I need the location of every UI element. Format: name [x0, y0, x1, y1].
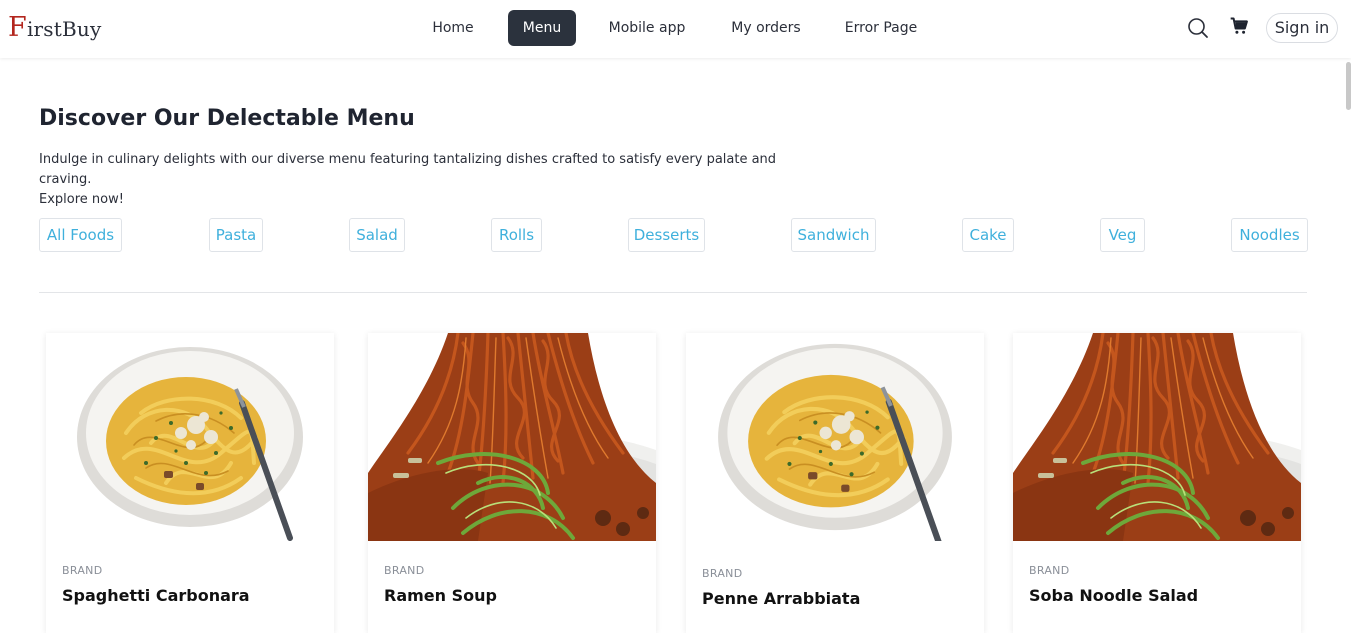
cart-icon[interactable]: [1229, 16, 1253, 40]
product-image-noodles[interactable]: [1013, 333, 1301, 541]
category-pasta[interactable]: Pasta: [209, 218, 263, 252]
product-card[interactable]: BRAND Spaghetti Carbonara: [46, 333, 334, 633]
category-cake[interactable]: Cake: [962, 218, 1014, 252]
description-line-1: Indulge in culinary delights with our di…: [39, 152, 777, 187]
category-noodles[interactable]: Noodles: [1231, 218, 1308, 252]
nav-home[interactable]: Home: [424, 10, 482, 46]
product-brand: BRAND: [384, 564, 425, 577]
category-desserts[interactable]: Desserts: [628, 218, 705, 252]
category-all-foods[interactable]: All Foods: [39, 218, 122, 252]
page-title: Discover Our Delectable Menu: [39, 106, 415, 131]
nav-menu[interactable]: Menu: [508, 10, 576, 46]
product-card[interactable]: BRAND Ramen Soup: [368, 333, 656, 633]
page-scrollbar[interactable]: [1346, 62, 1351, 110]
main-nav: Home Menu Mobile app My orders Error Pag…: [0, 10, 1351, 46]
category-rolls[interactable]: Rolls: [491, 218, 542, 252]
product-image-spaghetti[interactable]: [686, 333, 984, 541]
nav-my-orders[interactable]: My orders: [726, 10, 806, 46]
product-brand: BRAND: [62, 564, 103, 577]
description-line-2: Explore now!: [39, 192, 124, 207]
product-image-noodles[interactable]: [368, 333, 656, 541]
section-divider: [39, 292, 1307, 293]
sign-in-button[interactable]: Sign in: [1266, 13, 1338, 43]
top-navbar: FirstBuy Home Menu Mobile app My orders …: [0, 0, 1351, 58]
category-sandwich[interactable]: Sandwich: [791, 218, 876, 252]
product-brand: BRAND: [702, 567, 743, 580]
nav-mobile-app[interactable]: Mobile app: [604, 10, 690, 46]
product-brand: BRAND: [1029, 564, 1070, 577]
category-veg[interactable]: Veg: [1100, 218, 1145, 252]
product-card[interactable]: BRAND Soba Noodle Salad: [1013, 333, 1301, 633]
product-name[interactable]: Spaghetti Carbonara: [62, 586, 250, 605]
product-name[interactable]: Ramen Soup: [384, 586, 497, 605]
search-icon[interactable]: [1186, 16, 1210, 40]
category-salad[interactable]: Salad: [349, 218, 405, 252]
product-image-spaghetti[interactable]: [46, 333, 334, 541]
product-name[interactable]: Soba Noodle Salad: [1029, 586, 1198, 605]
page-description: Indulge in culinary delights with our di…: [39, 150, 819, 210]
product-name[interactable]: Penne Arrabbiata: [702, 589, 860, 608]
nav-error-page[interactable]: Error Page: [842, 10, 920, 46]
product-card[interactable]: BRAND Penne Arrabbiata: [686, 333, 984, 633]
